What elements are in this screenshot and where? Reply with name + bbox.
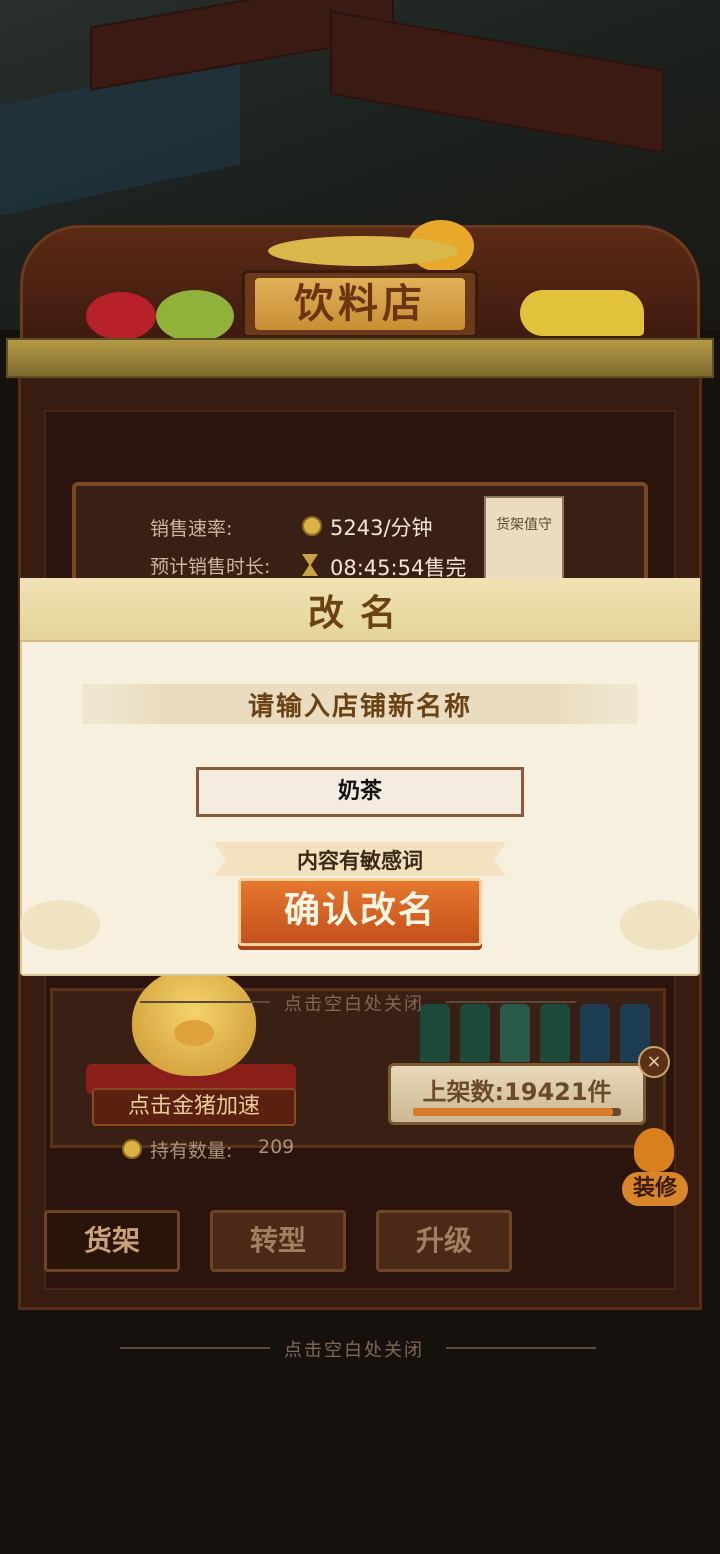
dismiss-hint-bottom[interactable]: 点击空白处关闭 bbox=[284, 1336, 424, 1362]
on-shelf-panel: 上架数:19421件 bbox=[388, 1063, 646, 1125]
fox-icon bbox=[634, 1128, 674, 1172]
tab-upgrade[interactable]: 升级 bbox=[376, 1210, 512, 1272]
dismiss-hint-top: 点击空白处关闭 bbox=[284, 994, 424, 1015]
shop-sign: 饮料店 bbox=[242, 270, 478, 338]
cloud-decor bbox=[620, 900, 700, 950]
coin-icon bbox=[302, 516, 322, 536]
pig-boost-button[interactable]: 点击金猪加速 bbox=[92, 1088, 296, 1126]
shop-eave bbox=[6, 338, 714, 378]
pig-snout bbox=[174, 1020, 214, 1046]
dialog-title: 改名 bbox=[307, 592, 412, 634]
hold-count-label: 持有数量: bbox=[150, 1140, 233, 1162]
bottle-decor bbox=[500, 1004, 530, 1062]
close-icon[interactable]: × bbox=[638, 1046, 670, 1078]
hint-line bbox=[446, 1001, 576, 1003]
decor-widget[interactable]: 装修 bbox=[612, 1128, 690, 1208]
sales-rate-value: 5243/分钟 bbox=[330, 516, 433, 540]
sales-time-label: 预计销售时长: bbox=[150, 556, 271, 578]
on-shelf-progress-fill bbox=[413, 1108, 613, 1116]
tab-bar: 货架 转型 升级 bbox=[38, 1204, 682, 1278]
bottle-decor bbox=[540, 1004, 570, 1062]
decor-button[interactable]: 装修 bbox=[622, 1172, 688, 1206]
apple-decor bbox=[156, 290, 234, 342]
cloud-decor bbox=[20, 900, 100, 950]
shop-name: 饮料店 bbox=[255, 278, 465, 330]
hint-line bbox=[446, 1347, 596, 1349]
tab-shelf[interactable]: 货架 bbox=[44, 1210, 180, 1272]
bottle-decor bbox=[580, 1004, 610, 1062]
bottle-decor bbox=[420, 1004, 450, 1062]
on-shelf-progress-bar bbox=[413, 1108, 621, 1116]
grapes-decor bbox=[86, 292, 156, 340]
sensitive-word-warning: 内容有敏感词 bbox=[297, 849, 423, 873]
bottle-decor bbox=[460, 1004, 490, 1062]
shop-name-input[interactable]: 奶茶 bbox=[196, 767, 524, 817]
tab-transform[interactable]: 转型 bbox=[210, 1210, 346, 1272]
banana-decor bbox=[520, 290, 644, 336]
sales-rate-label: 销售速率: bbox=[150, 518, 233, 540]
plate-decor bbox=[268, 236, 458, 266]
hint-line bbox=[140, 1001, 270, 1003]
hint-line bbox=[120, 1347, 270, 1349]
dialog-prompt: 请输入店铺新名称 bbox=[247, 692, 472, 722]
hold-count-value: 209 bbox=[258, 1136, 295, 1158]
coin-icon bbox=[122, 1139, 142, 1159]
shelf-guard-label: 货架值守 bbox=[496, 517, 552, 533]
confirm-rename-button[interactable]: 确认改名 bbox=[238, 878, 482, 946]
on-shelf-count: 上架数:19421件 bbox=[422, 1078, 612, 1106]
